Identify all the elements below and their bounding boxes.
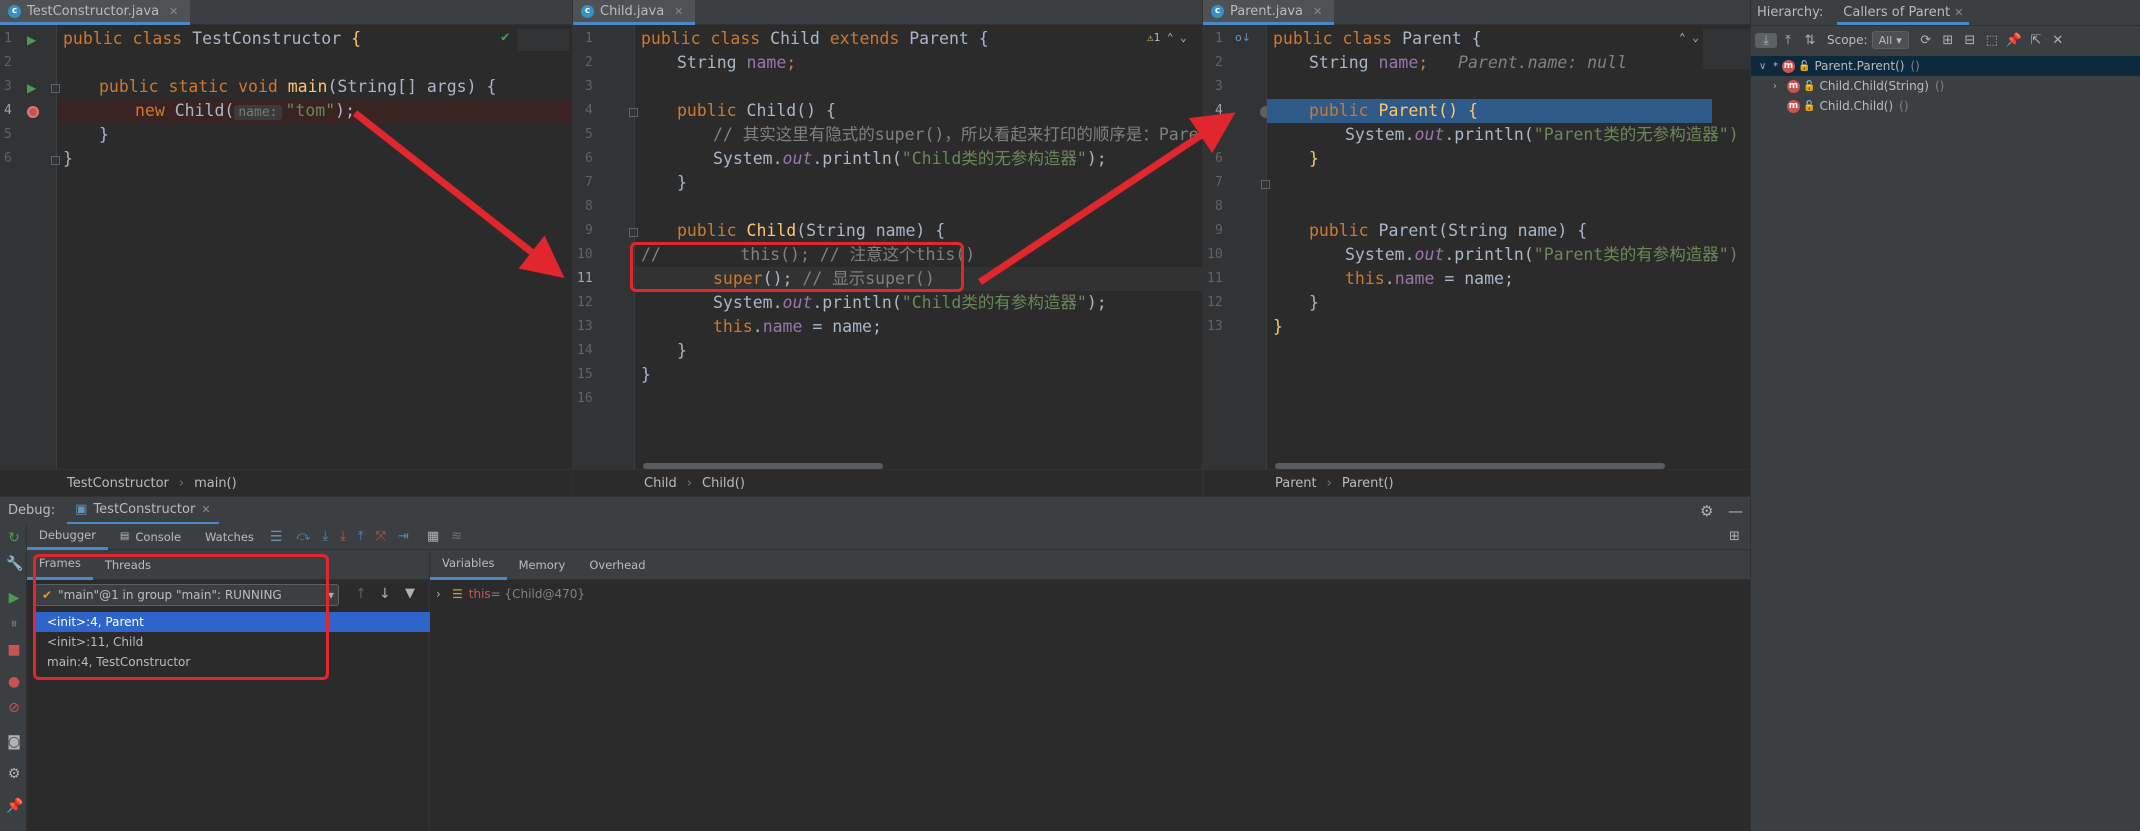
annotation-arrow xyxy=(352,110,565,278)
annotation-arrows xyxy=(352,110,1236,285)
annotation-arrow xyxy=(978,112,1236,285)
